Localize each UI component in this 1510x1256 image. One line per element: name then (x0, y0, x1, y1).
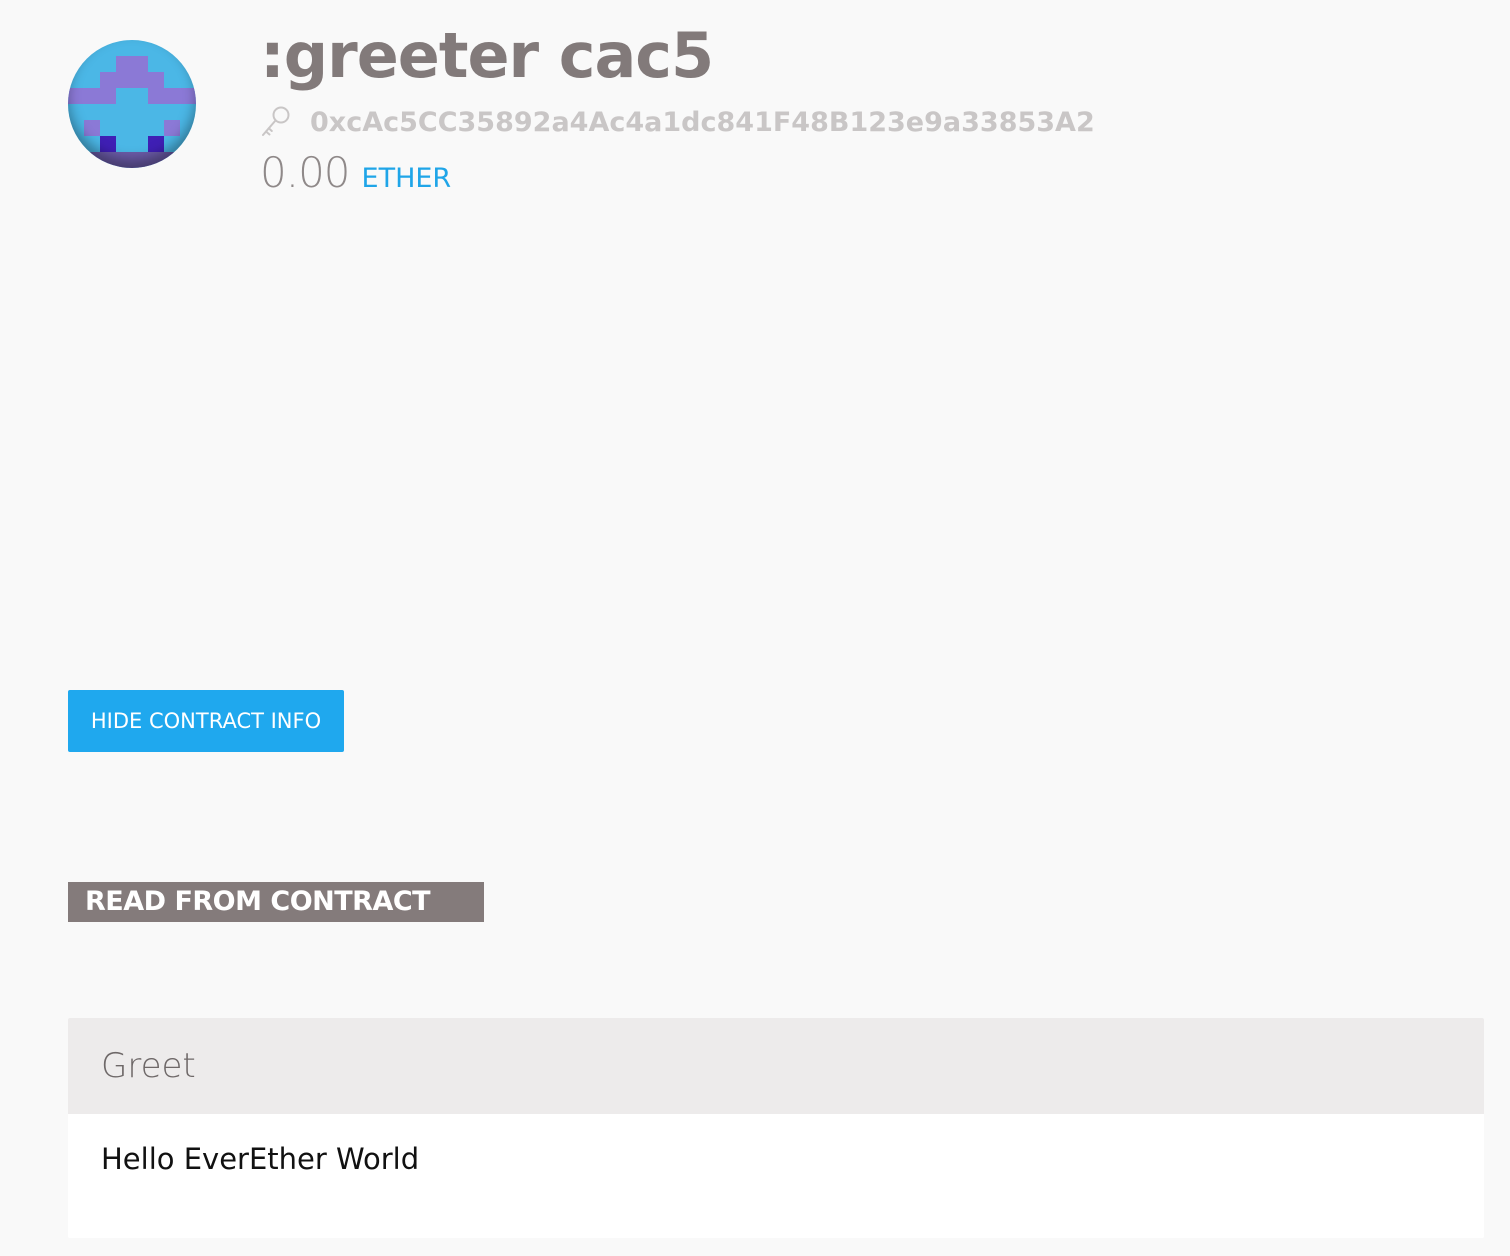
function-card-greet: Greet Hello EverEther World (68, 1018, 1484, 1238)
contract-identicon-avatar (68, 40, 196, 168)
contract-address-row: 0xcAc5CC35892a4Ac4a1dc841F48B123e9a33853… (260, 102, 1095, 142)
read-from-contract-heading: READ FROM CONTRACT (68, 882, 484, 922)
function-output: Hello EverEther World (101, 1142, 420, 1176)
balance-amount: 0.00 (260, 148, 351, 197)
hide-contract-info-button[interactable]: HIDE CONTRACT INFO (68, 690, 344, 752)
contract-title: :greeter cac5 (260, 19, 714, 92)
contract-address: 0xcAc5CC35892a4Ac4a1dc841F48B123e9a33853… (310, 106, 1095, 138)
function-header: Greet (68, 1018, 1484, 1114)
balance-unit: ETHER (361, 163, 452, 194)
function-name: Greet (101, 1046, 196, 1086)
key-icon (260, 105, 292, 139)
contract-balance: 0.00 ETHER (260, 148, 451, 208)
